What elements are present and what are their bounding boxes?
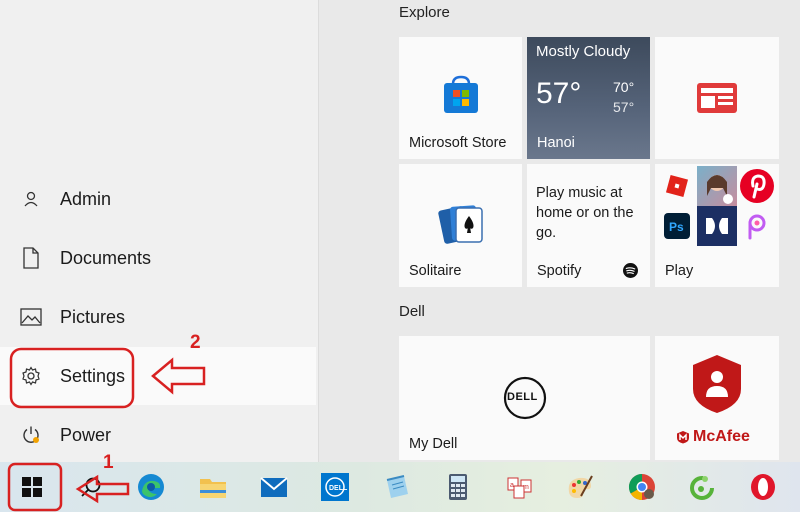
arrow-to-start: [75, 474, 130, 504]
settings-highlight-box: [9, 347, 135, 409]
arrow-to-settings: [151, 357, 206, 395]
start-highlight-box: [7, 462, 63, 512]
annotation-step-1: 1: [103, 452, 114, 473]
annotation-step-2: 2: [190, 332, 201, 353]
tutorial-annotations: [7, 347, 206, 512]
